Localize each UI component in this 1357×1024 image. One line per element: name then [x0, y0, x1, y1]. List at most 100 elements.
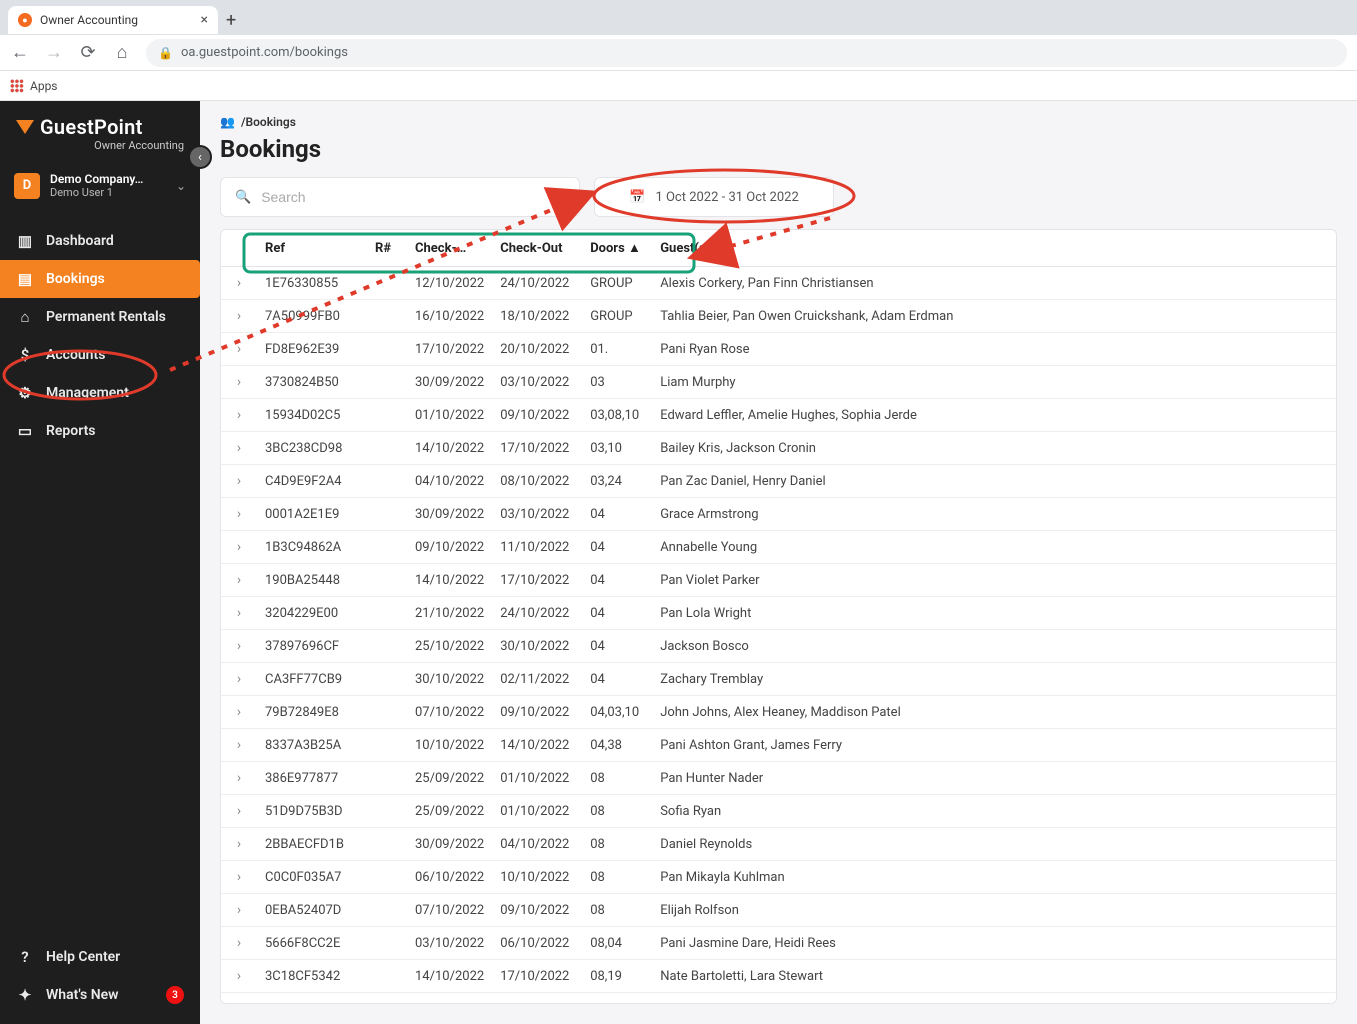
table-row[interactable]: ›C0C0F035A706/10/202210/10/202208Pan Mik… [221, 861, 1336, 894]
chevron-right-icon[interactable]: › [229, 572, 249, 588]
chevron-right-icon[interactable]: › [229, 671, 249, 687]
chevron-right-icon[interactable]: › [229, 902, 249, 918]
chevron-right-icon[interactable]: › [229, 440, 249, 456]
cell: Pan Hunter Nader [652, 762, 1336, 795]
chevron-right-icon[interactable]: › [229, 374, 249, 390]
table-row[interactable]: ›15934D02C501/10/202209/10/202203,08,10E… [221, 399, 1336, 432]
chevron-right-icon[interactable]: › [229, 770, 249, 786]
sidebar-item-dashboard[interactable]: ▥Dashboard [0, 222, 200, 260]
table-row[interactable]: ›190BA2544814/10/202217/10/202204Pan Vio… [221, 564, 1336, 597]
chevron-right-icon[interactable]: › [229, 506, 249, 522]
chevron-right-icon[interactable]: › [229, 341, 249, 357]
cell: 16/10/2022 [407, 300, 492, 333]
chevron-right-icon[interactable]: › [229, 803, 249, 819]
table-row[interactable]: ›79B72849E807/10/202209/10/202204,03,10J… [221, 696, 1336, 729]
chevron-right-icon[interactable]: › [229, 605, 249, 621]
chevron-right-icon[interactable]: › [229, 704, 249, 720]
back-button[interactable]: ← [10, 42, 30, 63]
company-selector[interactable]: D Demo Company… Demo User 1 ⌄ [0, 162, 200, 210]
table-row[interactable]: ›0001A2E1E930/09/202203/10/202204Grace A… [221, 498, 1336, 531]
sidebar-item-label: Reports [46, 423, 96, 439]
url-field[interactable]: 🔒 oa.guestpoint.com/bookings [146, 39, 1347, 67]
cell: Pani Ashton Grant, James Ferry [652, 729, 1336, 762]
apps-label[interactable]: Apps [30, 79, 58, 93]
date-range-picker[interactable]: 📅 1 Oct 2022 - 31 Oct 2022 [594, 177, 834, 217]
chevron-right-icon[interactable]: › [229, 407, 249, 423]
table-row[interactable]: ›386E97787725/09/202201/10/202208Pan Hun… [221, 762, 1336, 795]
cell: Pan Mikayla Kuhlman [652, 861, 1336, 894]
chevron-right-icon[interactable]: › [229, 1001, 249, 1004]
cell: 01. [582, 333, 652, 366]
search-box[interactable]: 🔍 [220, 177, 580, 217]
sidebar-item-label: Bookings [46, 271, 105, 287]
table-row[interactable]: ›FD8E962E3917/10/202220/10/202201.Pani R… [221, 333, 1336, 366]
cell: 10/10/2022 [492, 861, 582, 894]
table-row[interactable]: ›3730824B5030/09/202203/10/202203Liam Mu… [221, 366, 1336, 399]
chevron-right-icon[interactable]: › [229, 968, 249, 984]
avatar: D [14, 173, 40, 199]
table-row[interactable]: ›0EBA52407D07/10/202209/10/202208Elijah … [221, 894, 1336, 927]
help-center-link[interactable]: ? Help Center [0, 938, 200, 976]
table-row[interactable]: ›37897696CF25/10/202230/10/202204Jackson… [221, 630, 1336, 663]
table-row[interactable]: ›CA3FF77CB930/10/202202/11/202204Zachary… [221, 663, 1336, 696]
chevron-right-icon[interactable]: › [229, 638, 249, 654]
col-guests[interactable]: Guest(s) [652, 230, 1336, 267]
close-tab-icon[interactable]: × [201, 12, 208, 28]
table-row[interactable]: ›2BBAECFD1B30/09/202204/10/202208Daniel … [221, 828, 1336, 861]
cell: Pan Lola Wright [652, 597, 1336, 630]
chevron-right-icon[interactable]: › [229, 935, 249, 951]
col-doors[interactable]: Doors ▲ [582, 230, 652, 267]
cell: 08,38 [582, 993, 652, 1005]
cell: 03,24 [582, 465, 652, 498]
cell [367, 894, 407, 927]
sidebar-item-accounts[interactable]: $Accounts [0, 336, 200, 374]
table-row[interactable]: ›1E7633085512/10/202224/10/2022GROUPAlex… [221, 267, 1336, 300]
col-ref[interactable]: Ref [257, 230, 367, 267]
table-row[interactable]: ›51D9D75B3D25/09/202201/10/202208Sofia R… [221, 795, 1336, 828]
table-row[interactable]: ›C4D9E9F2A404/10/202208/10/202203,24Pan … [221, 465, 1336, 498]
new-tab-button[interactable]: + [226, 10, 236, 31]
table-row[interactable]: ›3204229E0021/10/202224/10/202204Pan Lol… [221, 597, 1336, 630]
table-row[interactable]: ›1B3C94862A09/10/202211/10/202204Annabel… [221, 531, 1336, 564]
cell: 04,03,10 [582, 696, 652, 729]
search-input[interactable] [261, 189, 565, 205]
sidebar-item-management[interactable]: ⚙Management [0, 374, 200, 412]
table-row[interactable]: ›5666F8CC2E03/10/202206/10/202208,04Pani… [221, 927, 1336, 960]
url-text: oa.guestpoint.com/bookings [181, 45, 348, 60]
home-button[interactable]: ⌂ [112, 42, 132, 63]
table-row[interactable]: ›3C18CF534214/10/202217/10/202208,19Nate… [221, 960, 1336, 993]
chevron-right-icon[interactable]: › [229, 869, 249, 885]
collapse-sidebar-button[interactable]: ‹ [188, 145, 212, 169]
chevron-right-icon[interactable]: › [229, 275, 249, 291]
table-row[interactable]: ›8337A3B25A10/10/202214/10/202204,38Pani… [221, 729, 1336, 762]
cell: Zachary Tremblay [652, 663, 1336, 696]
reload-button[interactable]: ⟳ [78, 42, 98, 63]
chevron-right-icon[interactable]: › [229, 737, 249, 753]
browser-chrome: ● Owner Accounting × + ← → ⟳ ⌂ 🔒 oa.gues… [0, 0, 1357, 101]
chevron-right-icon[interactable]: › [229, 308, 249, 324]
chevron-down-icon: ⌄ [176, 179, 186, 193]
cell [367, 267, 407, 300]
apps-icon[interactable] [10, 79, 24, 93]
chevron-right-icon[interactable]: › [229, 539, 249, 555]
table-row[interactable]: ›3BC238CD9814/10/202217/10/202203,10Bail… [221, 432, 1336, 465]
table-row[interactable]: ›7A50999FB016/10/202218/10/2022GROUPTahl… [221, 300, 1336, 333]
sidebar-item-bookings[interactable]: ▤Bookings [0, 260, 200, 298]
whats-new-label: What's New [46, 987, 119, 1003]
browser-tab[interactable]: ● Owner Accounting × [8, 6, 218, 34]
forward-button[interactable]: → [44, 42, 64, 63]
col-rnum[interactable]: R# [367, 230, 407, 267]
col-checkin[interactable]: Check-… [407, 230, 492, 267]
cell: Xavier Price, Isla Weber [652, 993, 1336, 1005]
cell: 08/10/2022 [492, 465, 582, 498]
table-row[interactable]: ›3B0E3C677321/10/202224/10/202208,38Xavi… [221, 993, 1336, 1005]
cell: Bailey Kris, Jackson Cronin [652, 432, 1336, 465]
chevron-right-icon[interactable]: › [229, 473, 249, 489]
sidebar-item-permanent-rentals[interactable]: ⌂Permanent Rentals [0, 298, 200, 336]
sidebar-item-reports[interactable]: ▭Reports [0, 412, 200, 450]
cell-expand: › [221, 927, 257, 960]
chevron-right-icon[interactable]: › [229, 836, 249, 852]
col-checkout[interactable]: Check-Out [492, 230, 582, 267]
whats-new-link[interactable]: ✦ What's New 3 [0, 976, 200, 1014]
cell [367, 333, 407, 366]
